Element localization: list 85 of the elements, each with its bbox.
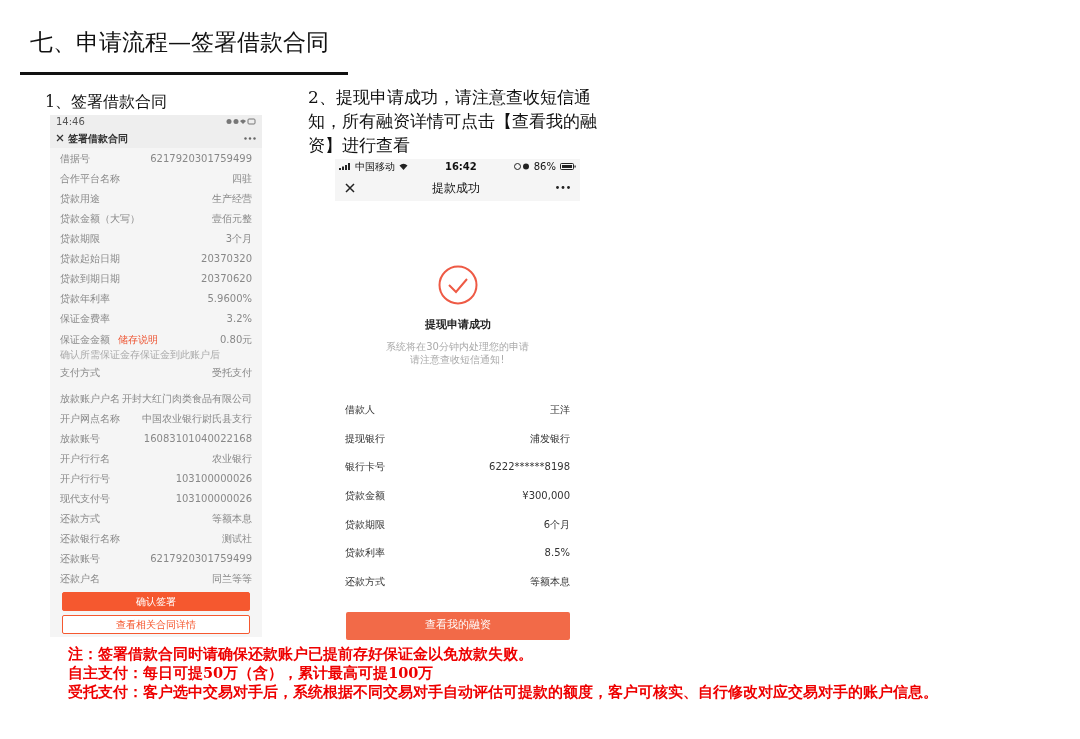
field-label: 现代支付号 bbox=[60, 491, 110, 506]
field-label: 还款方式 bbox=[60, 511, 100, 526]
field-value: 6个月 bbox=[543, 517, 570, 532]
info-link[interactable]: 储存说明 bbox=[118, 332, 158, 347]
close-icon[interactable] bbox=[345, 182, 355, 193]
result-message: 请注意查收短信通知! bbox=[409, 352, 506, 366]
status-time: 14:46 bbox=[56, 116, 85, 127]
field-label: 贷款期限 bbox=[345, 517, 385, 532]
signal-icon bbox=[339, 163, 351, 170]
field-value: 103100000026 bbox=[175, 471, 252, 486]
details-button[interactable]: 查看相关合同详情 bbox=[62, 615, 250, 634]
field-value: 6217920301759499 bbox=[150, 551, 252, 566]
note-text: 注：签署借款合同时请确保还款账户已提前存好保证金以免放款失败。 bbox=[68, 643, 534, 663]
field-value: 20370620 bbox=[201, 271, 252, 286]
field-value: 103100000026 bbox=[175, 491, 252, 506]
field-value: 中国农业银行尉氏县支行 bbox=[142, 411, 252, 426]
step-caption: 2、提现申请成功，请注意查收短信通知，所有融资详情可点击【查看我的融资】进行查看 bbox=[308, 86, 598, 157]
field-value: 浦发银行 bbox=[530, 431, 570, 446]
status-icons bbox=[226, 118, 256, 125]
field-value: 农业银行 bbox=[212, 451, 252, 466]
view-financing-button[interactable]: 查看我的融资 bbox=[345, 611, 570, 640]
field-value: 0.80元 bbox=[220, 333, 253, 347]
field-value: 受托支付 bbox=[212, 365, 252, 380]
field-label: 支付方式 bbox=[60, 365, 100, 380]
status-time: 16:42 bbox=[444, 161, 477, 172]
field-label: 开户行行号 bbox=[60, 471, 110, 486]
field-label: 保证金费率 bbox=[60, 311, 110, 326]
field-value: 6217920301759499 bbox=[150, 151, 252, 166]
alarm-icon bbox=[513, 163, 530, 170]
field-label: 合作平台名称 bbox=[60, 171, 120, 186]
field-label: 还款银行名称 bbox=[60, 531, 120, 546]
field-label: 还款户名 bbox=[60, 571, 100, 586]
field-value: 四驻 bbox=[232, 171, 252, 186]
field-label: 借款人 bbox=[345, 403, 375, 418]
field-label: 贷款到期日期 bbox=[60, 271, 120, 286]
field-value: 5.9600% bbox=[207, 291, 252, 306]
field-label: 放款账户户名 bbox=[60, 391, 120, 406]
field-value: 测试社 bbox=[222, 531, 252, 546]
field-label: 放款账号 bbox=[60, 431, 100, 446]
more-icon[interactable] bbox=[556, 186, 570, 189]
field-label: 还款方式 bbox=[345, 574, 385, 589]
carrier-name: 中国移动 bbox=[355, 161, 395, 172]
field-label: 贷款期限 bbox=[60, 231, 100, 246]
wifi-icon bbox=[399, 163, 408, 170]
field-value: 8.5% bbox=[544, 546, 570, 561]
field-label: 贷款利率 bbox=[345, 546, 385, 561]
note-text: 自主支付：每日可提50万（含），累计最高可提100万 bbox=[68, 662, 435, 682]
field-value: 等额本息 bbox=[212, 511, 252, 526]
battery-percent: 86% bbox=[533, 161, 556, 172]
field-label: 开户行行名 bbox=[60, 451, 110, 466]
confirm-button[interactable]: 确认签署 bbox=[62, 592, 250, 611]
battery-icon bbox=[560, 163, 576, 170]
slide-title: 七、申请流程—签署借款合同 bbox=[29, 28, 330, 57]
field-label: 保证金金额 bbox=[60, 333, 110, 347]
result-message: 系统将在30分钟内处理您的申请 bbox=[385, 339, 530, 353]
check-circle-icon bbox=[437, 265, 478, 305]
field-label: 开户网点名称 bbox=[60, 411, 120, 426]
close-icon[interactable] bbox=[56, 134, 64, 142]
field-hint: 确认所需保证金存保证金到此账户后 bbox=[60, 348, 220, 362]
field-value: 王洋 bbox=[550, 403, 570, 418]
field-value: 6222******8198 bbox=[489, 460, 570, 475]
field-value: 生产经营 bbox=[212, 191, 252, 206]
field-label: 贷款起始日期 bbox=[60, 251, 120, 266]
nav-title: 签署借款合同 bbox=[68, 131, 128, 146]
field-value: 同兰等等 bbox=[212, 571, 252, 586]
field-label: 银行卡号 bbox=[345, 460, 385, 475]
field-value: 开封大红门肉类食品有限公司 bbox=[122, 391, 252, 406]
field-value: 20370320 bbox=[201, 251, 252, 266]
field-value: 16083101040022168 bbox=[143, 431, 252, 446]
field-label: 提现银行 bbox=[345, 431, 385, 446]
field-label: 贷款年利率 bbox=[60, 291, 110, 306]
field-value: 3.2% bbox=[226, 311, 252, 326]
field-label: 贷款金额 bbox=[345, 489, 385, 504]
nav-title: 提款成功 bbox=[431, 179, 480, 197]
field-label: 借据号 bbox=[60, 151, 90, 166]
field-value: 壹佰元整 bbox=[212, 211, 252, 226]
step-caption: 1、签署借款合同 bbox=[45, 91, 169, 113]
note-text: 受托支付：客户选中交易对手后，系统根据不同交易对手自动评估可提款的额度，客户可核实、自行修改对应交易对手的账户信息。 bbox=[68, 681, 939, 701]
field-label: 贷款金额（大写） bbox=[60, 211, 140, 226]
result-title: 提现申请成功 bbox=[423, 317, 492, 333]
field-value: ¥300,000 bbox=[522, 489, 570, 504]
field-value: 3个月 bbox=[225, 231, 252, 246]
field-label: 贷款用途 bbox=[60, 191, 100, 206]
field-label: 还款账号 bbox=[60, 551, 100, 566]
field-value: 等额本息 bbox=[530, 574, 570, 589]
